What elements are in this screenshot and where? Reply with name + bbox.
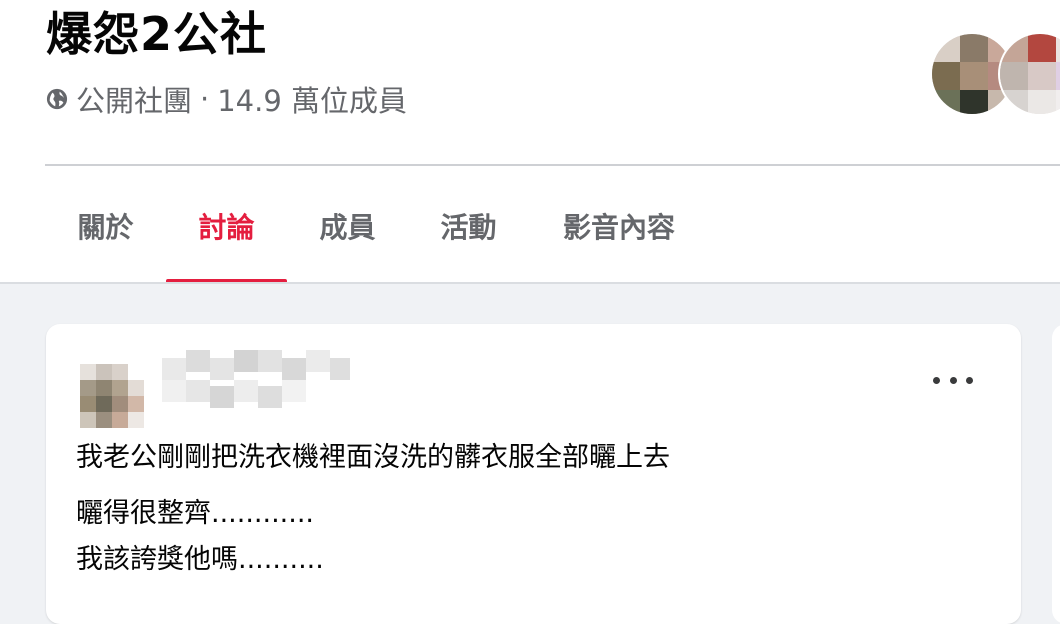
meta-separator: · bbox=[200, 82, 210, 116]
tab-label: 影音內容 bbox=[562, 211, 675, 244]
member-avatars[interactable] bbox=[930, 32, 1060, 116]
header-divider bbox=[45, 164, 1060, 166]
tab-label: 成員 bbox=[319, 211, 376, 244]
more-options-button[interactable] bbox=[933, 368, 973, 392]
post-text-line: 我該誇獎他嗎.......... bbox=[76, 544, 324, 575]
tab-label: 關於 bbox=[77, 211, 134, 244]
tab-label: 活動 bbox=[440, 211, 497, 244]
tab-events[interactable]: 活動 bbox=[408, 190, 529, 262]
author-name[interactable] bbox=[162, 350, 352, 416]
globe-icon bbox=[46, 88, 68, 110]
tab-label: 討論 bbox=[198, 211, 255, 244]
avatar[interactable] bbox=[998, 32, 1060, 116]
group-tabs: 關於 討論 成員 活動 影音內容 bbox=[45, 190, 709, 284]
group-title[interactable]: 爆怨2公社 bbox=[46, 2, 267, 66]
more-horizontal-icon bbox=[949, 376, 957, 384]
header-bottom-border bbox=[0, 282, 1060, 284]
side-card bbox=[1052, 324, 1060, 624]
group-header: 爆怨2公社 公開社團 · 14.9 萬位成員 關於 討論 成員 活動 影音內容 bbox=[0, 0, 1060, 284]
tab-members[interactable]: 成員 bbox=[287, 190, 408, 262]
tab-media[interactable]: 影音內容 bbox=[529, 190, 709, 262]
member-count[interactable]: 14.9 萬位成員 bbox=[217, 78, 407, 120]
more-horizontal-icon bbox=[933, 376, 940, 384]
group-privacy: 公開社團 bbox=[76, 84, 193, 118]
post-text-line: 我老公剛剛把洗衣機裡面沒洗的髒衣服全部曬上去 bbox=[76, 442, 670, 473]
tab-discussion[interactable]: 討論 bbox=[166, 190, 287, 284]
post-text-line: 曬得很整齊............ bbox=[76, 498, 314, 529]
more-horizontal-icon bbox=[966, 376, 973, 384]
post-card: 我老公剛剛把洗衣機裡面沒洗的髒衣服全部曬上去 曬得很整齊............… bbox=[46, 324, 1021, 624]
author-avatar[interactable] bbox=[64, 348, 160, 444]
tab-about[interactable]: 關於 bbox=[45, 190, 166, 262]
group-meta: 公開社團 · 14.9 萬位成員 bbox=[46, 78, 407, 120]
